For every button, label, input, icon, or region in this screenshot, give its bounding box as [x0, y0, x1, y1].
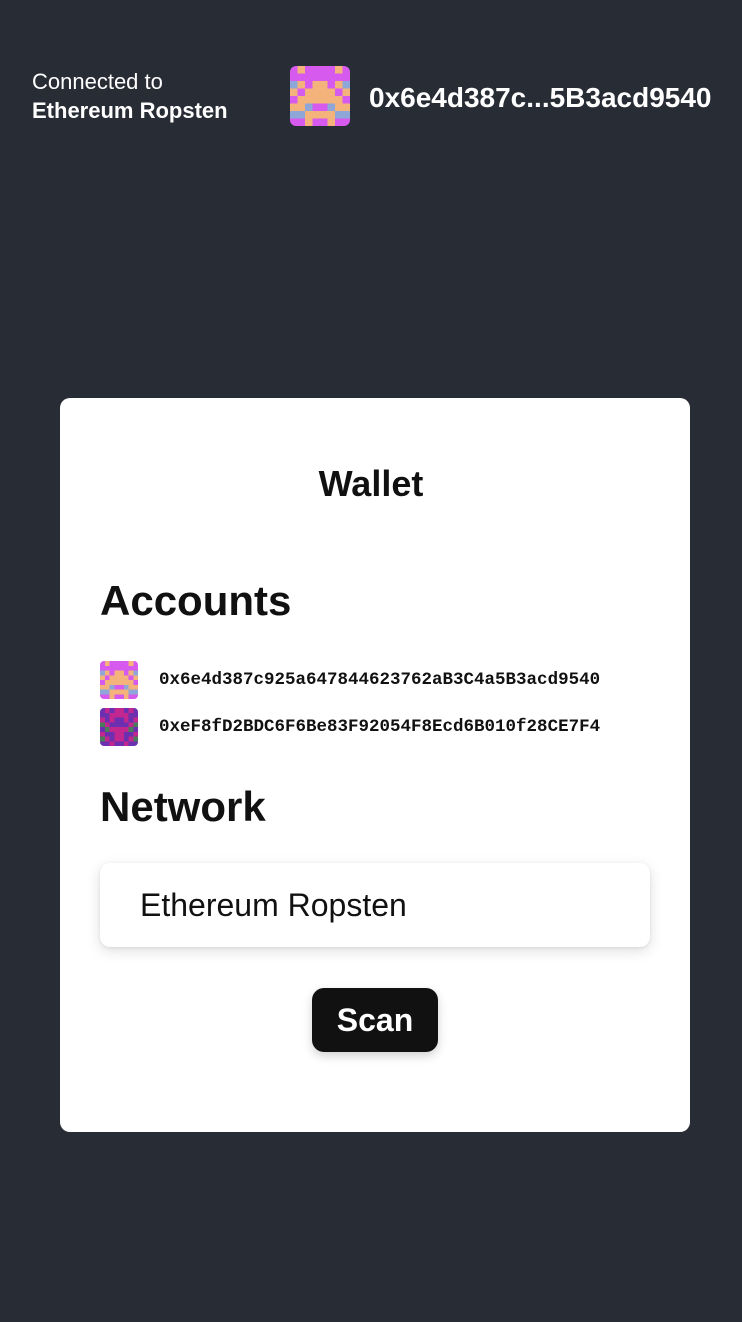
wallet-title: Wallet — [318, 463, 424, 504]
account-address: 0xeF8fD2BDC6F6Be83F92054F8Ecd6B010f28CE7… — [159, 717, 601, 737]
blockie-avatar-icon — [100, 708, 138, 746]
connected-network: Ethereum Ropsten — [32, 98, 228, 123]
blockie-avatar-icon — [100, 661, 138, 699]
connection-status: Connected to Ethereum Ropsten — [32, 68, 228, 126]
network-heading: Network — [100, 783, 266, 830]
connected-address[interactable]: 0x6e4d387c...5B3acd9540 — [369, 78, 712, 118]
network-select[interactable]: Ethereum Ropsten — [100, 863, 650, 947]
account-address: 0x6e4d387c925a647844623762aB3C4a5B3acd95… — [159, 670, 601, 690]
network-selected-value: Ethereum Ropsten — [140, 887, 407, 923]
top-bar: Connected to Ethereum Ropsten 0x6e4d387c… — [0, 0, 742, 190]
blockie-avatar-icon — [290, 66, 350, 126]
account-row[interactable]: 0x6e4d387c925a647844623762aB3C4a5B3acd95… — [100, 661, 660, 699]
accounts-heading: Accounts — [100, 577, 292, 624]
account-row[interactable]: 0xeF8fD2BDC6F6Be83F92054F8Ecd6B010f28CE7… — [100, 708, 660, 746]
scan-button[interactable]: Scan — [312, 988, 438, 1052]
connected-label: Connected to — [32, 69, 163, 94]
